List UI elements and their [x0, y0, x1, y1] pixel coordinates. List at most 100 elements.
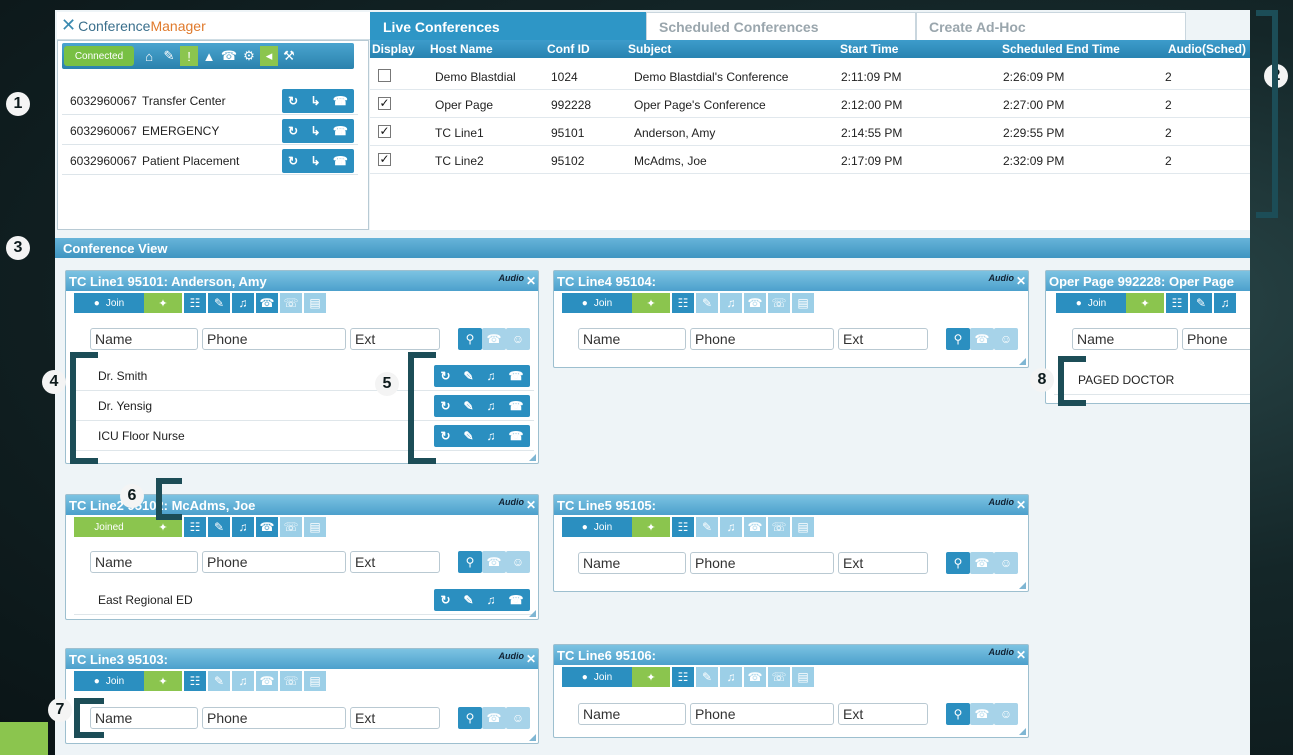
group-icon[interactable]: ☷ [672, 517, 694, 537]
panel-title[interactable]: TC Line5 95105: [554, 495, 1028, 515]
callback-icon[interactable]: ☏ [280, 671, 302, 691]
mute-icon[interactable]: ✎ [208, 517, 230, 537]
tab-create-ad-hoc[interactable]: Create Ad-Hoc [916, 12, 1186, 40]
book-icon[interactable]: ▤ [792, 293, 814, 313]
ext-field[interactable]: Ext [350, 328, 440, 350]
name-field[interactable]: Name [578, 328, 686, 350]
speaker-icon[interactable]: ◂ [260, 46, 278, 66]
close-icon[interactable]: ✕ [1016, 274, 1026, 288]
display-checkbox[interactable]: ✓ [378, 153, 391, 166]
close-icon[interactable]: ✕ [526, 498, 536, 512]
table-row[interactable]: ✓ TC Line1 95101 Anderson, Amy 2:14:55 P… [370, 118, 1250, 146]
mute-icon[interactable]: ✎ [696, 293, 718, 313]
close-icon[interactable]: ✕ [1016, 648, 1026, 662]
music-icon[interactable]: ♫ [720, 293, 742, 313]
phone-field[interactable]: Phone [202, 551, 346, 573]
panel-title[interactable]: TC Line3 95103: [66, 649, 538, 669]
join-button[interactable]: ● Join [562, 517, 632, 537]
table-row[interactable]: ✓ Oper Page 992228 Oper Page's Conferenc… [370, 90, 1250, 118]
display-checkbox[interactable] [378, 69, 391, 82]
join-button[interactable]: ● Join [74, 671, 144, 691]
hangup-icon[interactable]: ☎ [509, 593, 524, 607]
tab-live-conferences[interactable]: Live Conferences [370, 12, 646, 40]
wrench-icon[interactable]: ⚒ [280, 46, 298, 66]
contact-icon[interactable]: ☺ [994, 328, 1018, 350]
music-icon[interactable]: ♫ [1214, 293, 1236, 313]
close-icon[interactable]: ✕ [1016, 498, 1026, 512]
music-icon[interactable]: ♫ [720, 517, 742, 537]
participant-row[interactable]: ICU Floor Nurse ↻ ✎ ♫ ☎ [74, 421, 534, 451]
join-button[interactable]: ● Join [74, 293, 144, 313]
group-icon[interactable]: ☷ [184, 671, 206, 691]
group-icon[interactable]: ☷ [672, 293, 694, 313]
name-field[interactable]: Name [578, 552, 686, 574]
music-icon[interactable]: ♫ [487, 399, 496, 413]
pin-icon[interactable]: ✦ [144, 671, 182, 691]
music-icon[interactable]: ♫ [487, 593, 496, 607]
transfer-icon[interactable]: ↳ [311, 154, 321, 168]
search-icon[interactable]: ⚲ [458, 551, 482, 573]
mute-icon[interactable]: ✎ [208, 671, 230, 691]
hangup-icon[interactable]: ☎ [509, 429, 524, 443]
music-icon[interactable]: ♫ [232, 671, 254, 691]
join-button[interactable]: ● Join [1056, 293, 1126, 313]
display-checkbox[interactable]: ✓ [378, 97, 391, 110]
contact-icon[interactable]: ☺ [506, 551, 530, 573]
book-icon[interactable]: ▤ [792, 517, 814, 537]
pin-icon[interactable]: ✦ [1126, 293, 1164, 313]
callback-icon[interactable]: ☏ [768, 667, 790, 687]
callback-icon[interactable]: ☎ [220, 46, 238, 66]
pin-icon[interactable]: ✦ [632, 293, 670, 313]
dial-icon[interactable]: ☎ [970, 552, 994, 574]
column-header[interactable]: Host Name [430, 42, 493, 56]
panel-title[interactable]: TC Line1 95101: Anderson, Amy [66, 271, 538, 291]
mute-icon[interactable]: ✎ [464, 429, 474, 443]
hangup-icon[interactable]: ☎ [333, 154, 348, 168]
column-header[interactable]: Start Time [840, 42, 898, 56]
search-icon[interactable]: ⚲ [458, 707, 482, 729]
mute-icon[interactable]: ✎ [208, 293, 230, 313]
mute-icon[interactable]: ✎ [464, 593, 474, 607]
dial-icon[interactable]: ☎ [970, 703, 994, 725]
resize-handle[interactable] [529, 454, 536, 461]
home-icon[interactable]: ⌂ [140, 46, 158, 66]
callback-icon[interactable]: ☏ [280, 293, 302, 313]
pin-icon[interactable]: ✦ [144, 517, 182, 537]
close-icon[interactable]: ✕ [526, 652, 536, 666]
alert-icon[interactable]: ! [180, 46, 198, 66]
close-icon[interactable]: ✕ [526, 274, 536, 288]
warning-icon[interactable]: ▲ [200, 46, 218, 66]
resize-handle[interactable] [1019, 358, 1026, 365]
resize-handle[interactable] [1019, 728, 1026, 735]
mute-icon[interactable]: ✎ [464, 399, 474, 413]
mute-icon[interactable]: ✎ [696, 667, 718, 687]
hangup-icon[interactable]: ☎ [509, 369, 524, 383]
dial-icon[interactable]: ↻ [440, 399, 450, 413]
column-header[interactable]: Subject [628, 42, 671, 56]
group-icon[interactable]: ☷ [1166, 293, 1188, 313]
phone-field[interactable]: Phone [690, 703, 834, 725]
dial-icon[interactable]: ☎ [482, 707, 506, 729]
transfer-icon[interactable]: ↳ [311, 94, 321, 108]
group-icon[interactable]: ☷ [184, 293, 206, 313]
music-icon[interactable]: ♫ [232, 293, 254, 313]
ext-field[interactable]: Ext [350, 551, 440, 573]
book-icon[interactable]: ▤ [304, 517, 326, 537]
column-header[interactable]: Scheduled End Time [1002, 42, 1120, 56]
phone-field[interactable]: Phone [690, 552, 834, 574]
panel-title[interactable]: TC Line6 95106: [554, 645, 1028, 665]
gear-icon[interactable]: ⚙ [240, 46, 258, 66]
name-field[interactable]: Name [1072, 328, 1178, 350]
contact-icon[interactable]: ☺ [506, 707, 530, 729]
ext-field[interactable]: Ext [838, 552, 928, 574]
table-row[interactable]: ✓ TC Line2 95102 McAdms, Joe 2:17:09 PM … [370, 146, 1250, 174]
ext-field[interactable]: Ext [838, 328, 928, 350]
book-icon[interactable]: ▤ [304, 671, 326, 691]
callback-icon[interactable]: ☏ [768, 293, 790, 313]
music-icon[interactable]: ♫ [720, 667, 742, 687]
music-icon[interactable]: ♫ [487, 369, 496, 383]
music-icon[interactable]: ♫ [487, 429, 496, 443]
dial-icon[interactable]: ☎ [482, 551, 506, 573]
dial-icon[interactable]: ↻ [288, 94, 298, 108]
group-icon[interactable]: ☷ [672, 667, 694, 687]
